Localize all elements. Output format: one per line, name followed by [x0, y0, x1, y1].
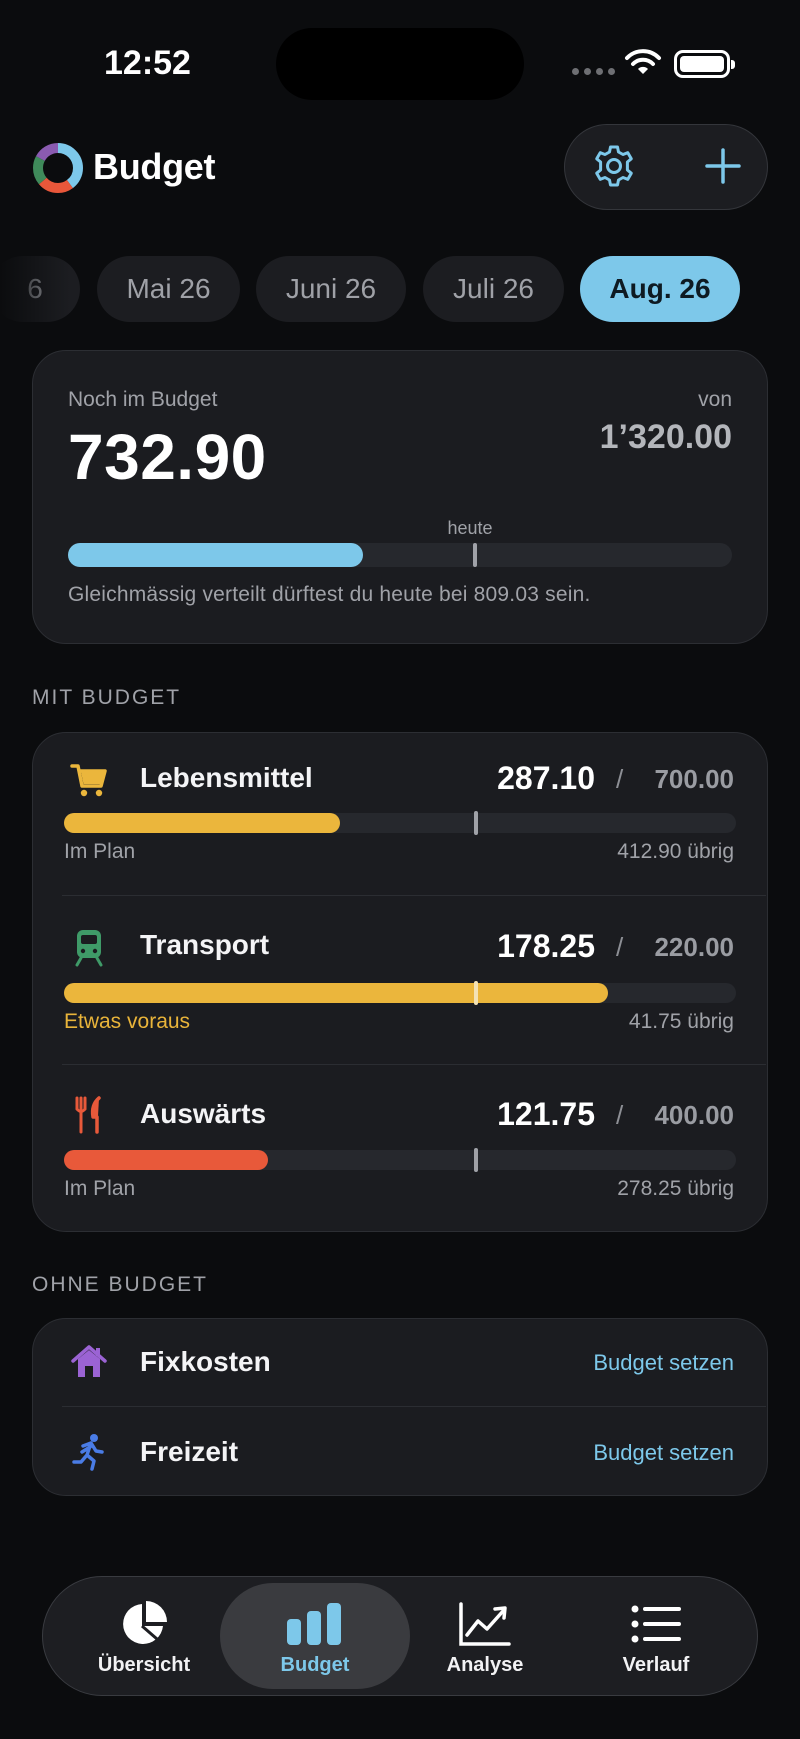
budget-logo-icon [33, 143, 83, 193]
cellular-signal-icon [572, 68, 615, 75]
category-progress-bar [64, 811, 736, 835]
category-remaining: 278.25 übrig [617, 1177, 734, 1200]
plus-icon [705, 148, 741, 184]
list-icon [631, 1605, 681, 1643]
category-progress-bar [64, 981, 736, 1005]
category-spent: 121.75 [497, 1096, 595, 1132]
summary-progress-bar [68, 543, 732, 567]
row-divider [62, 895, 766, 896]
remaining-label: Noch im Budget [68, 388, 218, 411]
total-amount: 1’320.00 [599, 418, 732, 456]
runner-icon [69, 1432, 109, 1472]
tab-label: Analyse [446, 1654, 524, 1676]
no-budget-card [32, 1318, 768, 1496]
row-divider [62, 1406, 766, 1407]
tab-label: Übersicht [97, 1654, 191, 1676]
category-slash: / [616, 764, 624, 794]
category-name: Lebensmittel [140, 762, 313, 793]
set-budget-link[interactable]: Budget setzen [593, 1350, 734, 1376]
category-budget: 700.00 [654, 764, 734, 794]
add-button[interactable] [697, 140, 749, 192]
bar-chart-icon [287, 1603, 341, 1645]
category-progress-fill [64, 983, 609, 1003]
month-chip-mai[interactable]: Mai 26 [97, 256, 240, 322]
battery-icon [674, 50, 735, 78]
house-icon [69, 1342, 109, 1382]
category-remaining: 41.75 übrig [628, 1010, 734, 1033]
tab-analyse[interactable]: Analyse [400, 1598, 570, 1684]
train-icon [69, 927, 109, 967]
category-name: Transport [140, 929, 270, 960]
gear-icon [595, 145, 633, 187]
no-budget-name: Freizeit [140, 1436, 239, 1467]
month-chip-juni[interactable]: Juni 26 [256, 256, 406, 322]
line-chart-icon [459, 1602, 511, 1646]
today-label: heute [447, 518, 493, 538]
category-progress-bar [64, 1148, 736, 1172]
settings-button[interactable] [588, 140, 640, 192]
category-spent: 178.25 [497, 928, 595, 964]
dynamic-island [276, 28, 524, 100]
today-marker [473, 543, 478, 567]
today-marker [473, 981, 478, 1005]
tab-budget[interactable]: Budget [230, 1598, 400, 1684]
today-marker [473, 811, 478, 835]
app-title: Budget [93, 146, 216, 187]
today-marker [473, 1148, 478, 1172]
tab-verlauf[interactable]: Verlauf [571, 1598, 741, 1684]
category-status: Etwas voraus [64, 1010, 191, 1033]
section-title-with-budget: MIT BUDGET [32, 686, 182, 709]
total-label: von [698, 388, 732, 411]
month-chip-aug[interactable]: Aug. 26 [580, 256, 740, 322]
no-budget-name: Fixkosten [140, 1346, 271, 1377]
tab-uebersicht[interactable]: Übersicht [59, 1598, 229, 1684]
cart-icon [69, 760, 109, 800]
wifi-icon [625, 49, 661, 74]
pie-chart-icon [123, 1601, 167, 1644]
category-slash: / [616, 1100, 624, 1130]
month-chip-juli[interactable]: Juli 26 [423, 256, 564, 322]
fork-knife-icon [69, 1095, 109, 1135]
pace-note: Gleichmässig verteilt dürftest du heute … [68, 583, 591, 606]
category-budget: 220.00 [654, 932, 734, 962]
section-title-without-budget: OHNE BUDGET [32, 1273, 209, 1296]
category-name: Auswärts [140, 1098, 267, 1129]
summary-progress-fill [68, 543, 364, 567]
category-slash: / [616, 932, 624, 962]
category-status: Im Plan [64, 840, 136, 863]
month-chip-apr[interactable]: 6 [0, 256, 80, 322]
category-status: Im Plan [64, 1177, 136, 1200]
category-remaining: 412.90 übrig [617, 840, 734, 863]
tab-label: Verlauf [622, 1654, 690, 1676]
remaining-amount: 732.90 [68, 421, 267, 493]
category-progress-fill [64, 813, 340, 833]
tab-label: Budget [280, 1654, 350, 1676]
row-divider [62, 1064, 766, 1065]
category-spent: 287.10 [497, 760, 595, 796]
category-budget: 400.00 [654, 1100, 734, 1130]
status-time: 12:52 [104, 44, 191, 82]
category-progress-fill [64, 1150, 269, 1170]
set-budget-link[interactable]: Budget setzen [593, 1440, 734, 1466]
